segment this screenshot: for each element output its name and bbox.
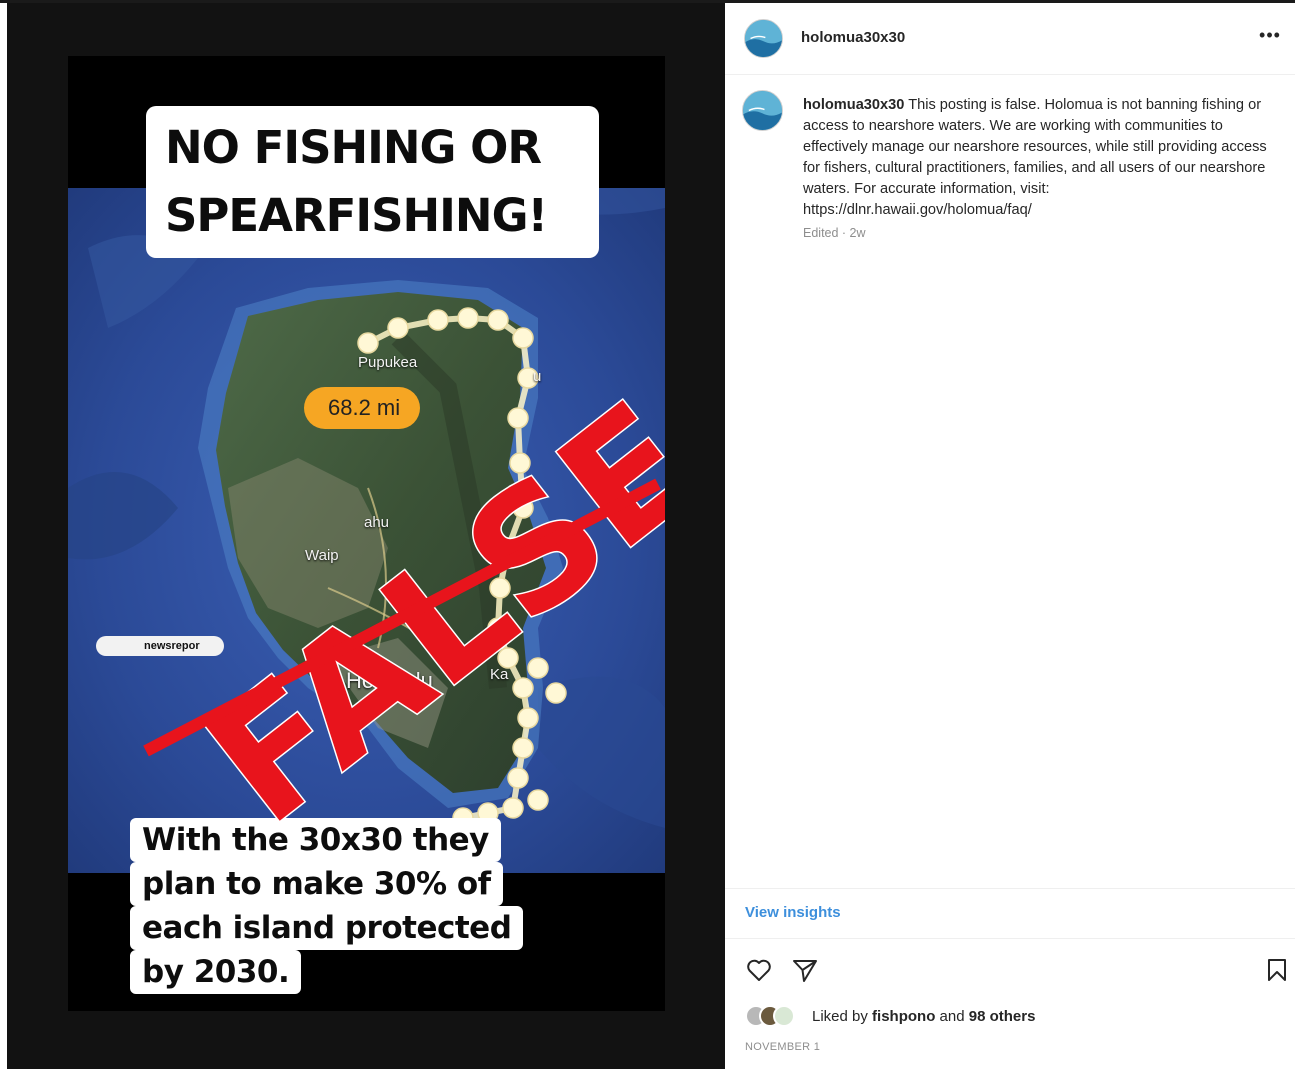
likes-and: and <box>939 1008 965 1025</box>
watermark-handle: newsrepor <box>96 636 224 656</box>
likes-others-link[interactable]: 98 others <box>969 1008 1036 1025</box>
place-label-kailua: Ka <box>490 666 509 683</box>
comment-body: holomua30x30 This posting is false. Holo… <box>803 95 1273 221</box>
like-button[interactable] <box>745 956 773 984</box>
top-caption-line-1: NO FISHING OR <box>165 121 542 174</box>
distance-badge: 68.2 mi <box>304 387 420 429</box>
divider <box>725 888 1295 889</box>
place-label-pupukea: Pupukea <box>358 354 418 371</box>
instagram-post-window: 68.2 mi Pupukea u ahu Waip Honolulu Ka n… <box>0 0 1295 1069</box>
more-horizontal-icon: ••• <box>1259 25 1281 45</box>
post-image: 68.2 mi Pupukea u ahu Waip Honolulu Ka n… <box>68 56 665 1011</box>
share-button[interactable] <box>791 956 819 984</box>
post-header: holomua30x30 ••• <box>725 3 1295 75</box>
first-liker[interactable]: fishpono <box>872 1008 935 1025</box>
post-media[interactable]: 68.2 mi Pupukea u ahu Waip Honolulu Ka n… <box>7 3 725 1069</box>
likes-prefix: Liked by <box>812 1008 868 1025</box>
place-label-waipahu: Waip <box>305 547 339 564</box>
author-username[interactable]: holomua30x30 <box>801 29 905 46</box>
place-label-honolulu: Honolulu <box>346 668 433 693</box>
bottom-caption-line-2: plan to make 30% of <box>130 862 503 906</box>
top-caption-line-2: SPEARFISHING! <box>165 189 548 242</box>
post-sidebar: holomua30x30 ••• holomua30x30 This posti… <box>725 3 1295 1069</box>
bookmark-icon <box>1268 959 1286 981</box>
comment-text: This posting is false. Holomua is not ba… <box>803 97 1267 218</box>
likes-row: Liked by fishpono and 98 others <box>745 1004 1285 1030</box>
author-avatar[interactable] <box>744 19 783 58</box>
comment-meta: Edited · 2w <box>803 226 866 240</box>
comment-avatar[interactable] <box>742 90 783 131</box>
save-button[interactable] <box>1263 956 1291 984</box>
send-icon <box>793 960 817 982</box>
heart-icon <box>747 959 771 981</box>
place-label-oahu: ahu <box>364 514 390 531</box>
post-date[interactable]: NOVEMBER 1 <box>745 1041 820 1053</box>
likes-summary: Liked by fishpono and 98 others <box>812 1008 1035 1025</box>
divider <box>725 938 1295 939</box>
more-options-button[interactable]: ••• <box>1257 25 1283 49</box>
bottom-caption-line-3: each island protected <box>130 906 524 950</box>
bottom-caption-line-4: by 2030. <box>130 950 302 994</box>
comment-username[interactable]: holomua30x30 <box>803 97 904 113</box>
view-insights-link[interactable]: View insights <box>745 904 841 921</box>
bottom-caption-line-1: With the 30x30 they <box>130 818 501 862</box>
place-label-kahuku: u <box>533 368 542 385</box>
liker-avatar[interactable] <box>773 1005 795 1027</box>
top-caption: NO FISHING OR SPEARFISHING! <box>146 106 599 258</box>
